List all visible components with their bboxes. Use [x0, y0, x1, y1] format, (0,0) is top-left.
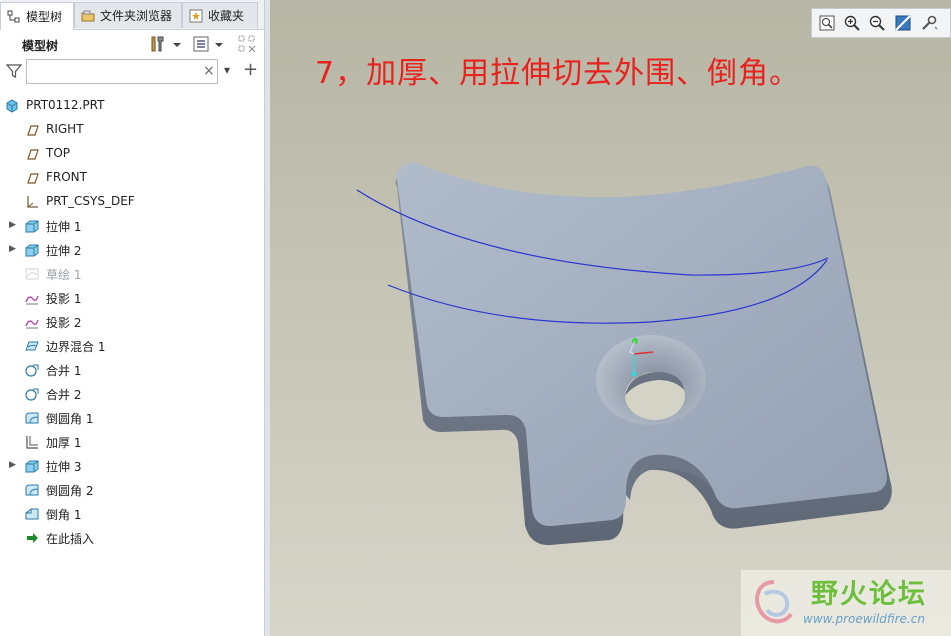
filter-dropdown-button[interactable]: ▾ [224, 63, 230, 77]
extrude-icon [25, 244, 39, 257]
graphics-viewport[interactable]: 7，加厚、用拉伸切去外围、倒角。 野火论坛 www.proewildfire.c… [270, 0, 951, 636]
tab-label: 收藏夹 [208, 9, 245, 23]
tree-item[interactable]: ▶ 拉伸 2 [0, 238, 264, 262]
filter-icon[interactable] [6, 63, 22, 79]
tab-folder-browser[interactable]: 文件夹浏览器 [74, 2, 182, 28]
tree-item[interactable]: 投影 1 [0, 286, 264, 310]
tree-item[interactable]: 倒圆角 2 [0, 478, 264, 502]
tab-label: 文件夹浏览器 [100, 9, 173, 23]
merge-icon [25, 364, 39, 377]
sketch-icon [25, 268, 39, 280]
settings-tools-icon[interactable] [148, 35, 166, 53]
chevron-down-icon[interactable] [172, 35, 182, 53]
add-filter-button[interactable]: + [243, 59, 258, 80]
tree-item-label: 在此插入 [46, 532, 95, 546]
tree-item[interactable]: 投影 2 [0, 310, 264, 334]
extrude-icon [25, 460, 39, 473]
filter-bar: × ▾ + [0, 58, 264, 88]
forum-brand: 野火论坛 [811, 579, 927, 610]
tree-item-label: 合并 1 [46, 364, 82, 378]
chamfer-icon [25, 508, 39, 520]
tree-item-label: PRT_CSYS_DEF [46, 194, 135, 208]
chevron-down-icon[interactable] [214, 35, 224, 53]
tree-item[interactable]: 倒圆角 1 [0, 406, 264, 430]
expand-arrow-icon[interactable]: ▶ [9, 244, 19, 256]
tree-item-label: 倒圆角 1 [46, 412, 94, 426]
refit-icon[interactable] [818, 14, 836, 32]
tree-item-label: 加厚 1 [46, 436, 82, 450]
part-icon [6, 99, 18, 113]
folder-browser-icon [81, 10, 95, 21]
datum-plane-icon [27, 173, 39, 184]
tree-root-label: PRT0112.PRT [26, 98, 105, 112]
tree-item-label: 合并 2 [46, 388, 82, 402]
tree-item[interactable]: ▶ 拉伸 3 [0, 454, 264, 478]
boundary-blend-icon [25, 341, 39, 351]
tab-favorites[interactable]: 收藏夹 [182, 2, 258, 28]
tree-item[interactable]: PRT_CSYS_DEF [0, 190, 264, 214]
tree-columns-icon[interactable] [238, 35, 256, 53]
part-model [356, 162, 892, 546]
model-tree: PRT0112.PRT RIGHT TOP FRONT PRT_CSYS_DEF ▶ 拉伸… [0, 94, 264, 550]
projection-icon [25, 295, 39, 305]
tree-item[interactable]: RIGHT [0, 118, 264, 142]
tree-item-label: 拉伸 1 [46, 220, 82, 234]
tree-item[interactable]: 倒角 1 [0, 502, 264, 526]
coordinate-system-icon [27, 196, 38, 208]
tree-item-label: 草绘 1 [46, 268, 82, 282]
annotation-caption: 7，加厚、用拉伸切去外围、倒角。 [315, 56, 801, 91]
favorites-icon [189, 9, 203, 22]
panel-tab-bar: 模型树 文件夹浏览器 收藏夹 [0, 0, 264, 30]
clear-search-button[interactable]: × [203, 63, 215, 79]
tree-item-label: 投影 1 [46, 292, 82, 306]
tree-item[interactable]: 边界混合 1 [0, 334, 264, 358]
projection-icon [25, 319, 39, 329]
forum-watermark: 野火论坛 www.proewildfire.cn [741, 570, 951, 636]
zoom-out-icon[interactable] [868, 14, 886, 32]
model-tree-icon [7, 10, 20, 22]
tree-item-label: 拉伸 3 [46, 460, 82, 474]
tree-root[interactable]: PRT0112.PRT [0, 94, 264, 118]
zoom-in-icon[interactable] [843, 14, 861, 32]
extrude-icon [25, 220, 39, 233]
insert-here-arrow-icon [27, 533, 38, 543]
round-icon [25, 412, 39, 424]
tree-item-label: RIGHT [46, 122, 84, 136]
model-tree-panel: 模型树 文件夹浏览器 收藏夹 模型树 × ▾ + PRT0112.PRT RIG… [0, 0, 264, 636]
thicken-icon [26, 436, 38, 449]
tree-item[interactable]: 合并 2 [0, 382, 264, 406]
tab-label: 模型树 [26, 10, 63, 24]
search-input[interactable] [26, 59, 218, 84]
expand-arrow-icon[interactable]: ▶ [9, 220, 19, 232]
datum-plane-icon [27, 125, 39, 136]
datum-plane-icon [27, 149, 39, 160]
tree-item[interactable]: 合并 1 [0, 358, 264, 382]
tree-item-label: TOP [46, 146, 71, 160]
panel-title: 模型树 [22, 39, 59, 53]
tree-item-label: FRONT [46, 170, 87, 184]
show-list-icon[interactable] [192, 35, 210, 53]
tree-item[interactable]: TOP [0, 142, 264, 166]
tree-item[interactable]: 加厚 1 [0, 430, 264, 454]
tree-item-label: 投影 2 [46, 316, 82, 330]
tree-item[interactable]: FRONT [0, 166, 264, 190]
tab-model-tree[interactable]: 模型树 [0, 2, 74, 30]
repaint-icon[interactable] [894, 14, 912, 32]
tree-item[interactable]: 在此插入 [0, 526, 264, 550]
merge-icon [25, 388, 39, 401]
view-toolbar [811, 8, 951, 38]
tree-item[interactable]: 草绘 1 [0, 262, 264, 286]
tree-item-label: 拉伸 2 [46, 244, 82, 258]
tree-item[interactable]: ▶ 拉伸 1 [0, 214, 264, 238]
round-icon [25, 484, 39, 496]
panel-header: 模型树 [0, 30, 264, 58]
tree-item-label: 倒圆角 2 [46, 484, 94, 498]
tree-item-label: 倒角 1 [46, 508, 82, 522]
forum-logo-icon [755, 580, 793, 624]
tree-item-label: 边界混合 1 [46, 340, 106, 354]
forum-url: www.proewildfire.cn [803, 612, 925, 626]
more-tools-icon[interactable] [920, 14, 938, 32]
expand-arrow-icon[interactable]: ▶ [9, 460, 19, 472]
